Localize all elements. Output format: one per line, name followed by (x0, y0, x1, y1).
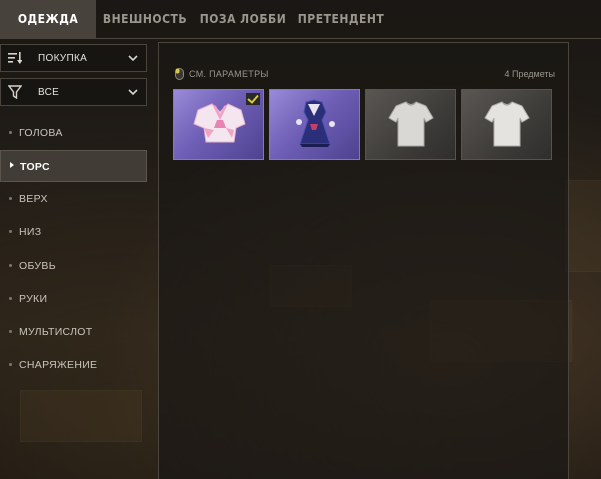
category-top[interactable]: ВЕРХ (0, 183, 147, 215)
selected-arrow-icon (10, 162, 14, 168)
chevron-down-icon (128, 89, 138, 96)
category-label: РУКИ (19, 293, 48, 305)
blue-outfit-icon (296, 99, 335, 147)
sort-dropdown-label: ПОКУПКА (38, 53, 88, 64)
item-card-white-tshirt[interactable] (365, 89, 456, 160)
mouse-icon (175, 68, 184, 80)
category-gear[interactable]: СНАРЯЖЕНИЕ (0, 349, 147, 381)
item-card-pink-sailor-top[interactable] (173, 89, 264, 160)
tab-bar: ОДЕЖДА ВНЕШНОСТЬ ПОЗА ЛОББИ ПРЕТЕНДЕНТ (0, 0, 601, 39)
item-card-blue-sailor-outfit[interactable] (269, 89, 360, 160)
sort-dropdown[interactable]: ПОКУПКА (0, 44, 147, 72)
bullet-icon (9, 230, 12, 233)
category-head[interactable]: ГОЛОВА (0, 117, 147, 149)
items-count: 4 Предметы (504, 69, 555, 79)
category-label: СНАРЯЖЕНИЕ (19, 359, 98, 371)
bullet-icon (9, 297, 12, 300)
category-label: ТОРС (20, 161, 50, 173)
equipped-check-icon (246, 93, 260, 105)
category-torso[interactable]: ТОРС (0, 150, 147, 182)
category-multislot[interactable]: МУЛЬТИСЛОТ (0, 316, 147, 348)
category-label: НИЗ (19, 226, 42, 238)
category-label: ГОЛОВА (19, 127, 63, 139)
tshirt-icon (484, 101, 530, 147)
items-panel: СМ. ПАРАМЕТРЫ 4 Предметы (158, 42, 569, 479)
panel-header: СМ. ПАРАМЕТРЫ 4 Предметы (175, 67, 555, 81)
view-settings-label[interactable]: СМ. ПАРАМЕТРЫ (189, 67, 269, 81)
category-label: ОБУВЬ (19, 260, 56, 272)
item-card-white-tshirt[interactable] (461, 89, 552, 160)
category-shoes[interactable]: ОБУВЬ (0, 250, 147, 282)
tab-lobby-pose[interactable]: ПОЗА ЛОББИ (194, 0, 292, 38)
bullet-icon (9, 330, 12, 333)
filter-dropdown-label: ВСЕ (38, 87, 60, 98)
tab-appearance[interactable]: ВНЕШНОСТЬ (96, 0, 194, 38)
background-cabinet (565, 180, 601, 272)
filter-icon (8, 85, 22, 99)
filter-dropdown[interactable]: ВСЕ (0, 78, 147, 106)
category-bottom[interactable]: НИЗ (0, 216, 147, 248)
chevron-down-icon (128, 55, 138, 62)
tab-clothing[interactable]: ОДЕЖДА (0, 0, 96, 38)
background-table (20, 390, 142, 442)
tab-contender[interactable]: ПРЕТЕНДЕНТ (292, 0, 390, 38)
bullet-icon (9, 197, 12, 200)
bullet-icon (9, 131, 12, 134)
bullet-icon (9, 363, 12, 366)
sort-icon (8, 52, 22, 64)
bullet-icon (9, 264, 12, 267)
category-label: ВЕРХ (19, 193, 48, 205)
tshirt-icon (388, 101, 434, 147)
category-hands[interactable]: РУКИ (0, 283, 147, 315)
category-label: МУЛЬТИСЛОТ (19, 326, 93, 338)
